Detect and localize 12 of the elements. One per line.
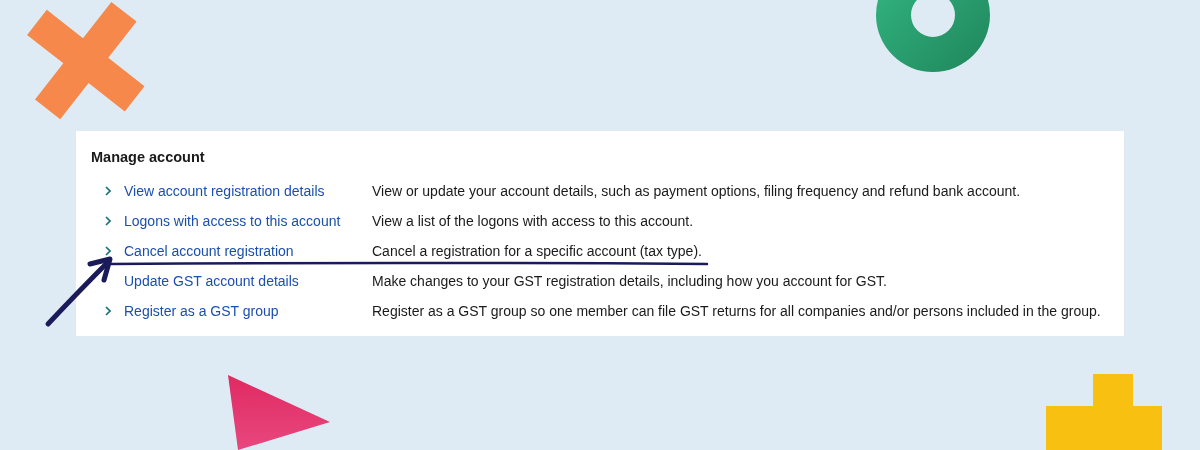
link[interactable]: Register as a GST group [124,303,372,319]
description-text: Make changes to your GST registration details, including how you account for GST. [372,273,888,289]
description-text: Cancel a registration for a specific account (tax type). [372,243,703,259]
description-text: Register as a GST group so one member can file GST returns for all companies and/or persons included in the group. [372,303,1102,319]
link[interactable]: Cancel account registration [124,243,372,259]
section-title: Manage account [91,149,206,165]
link[interactable]: Update GST account details [124,273,372,289]
description-text: View or update your account details, such as payment options, filing frequency and refund bank account. [372,183,1022,199]
link[interactable]: Logons with access to this account [124,213,372,229]
description-text: View a list of the logons with access to this account. [372,213,695,229]
link[interactable]: View account registration details [124,183,372,199]
arrow-drawing [45,256,113,327]
